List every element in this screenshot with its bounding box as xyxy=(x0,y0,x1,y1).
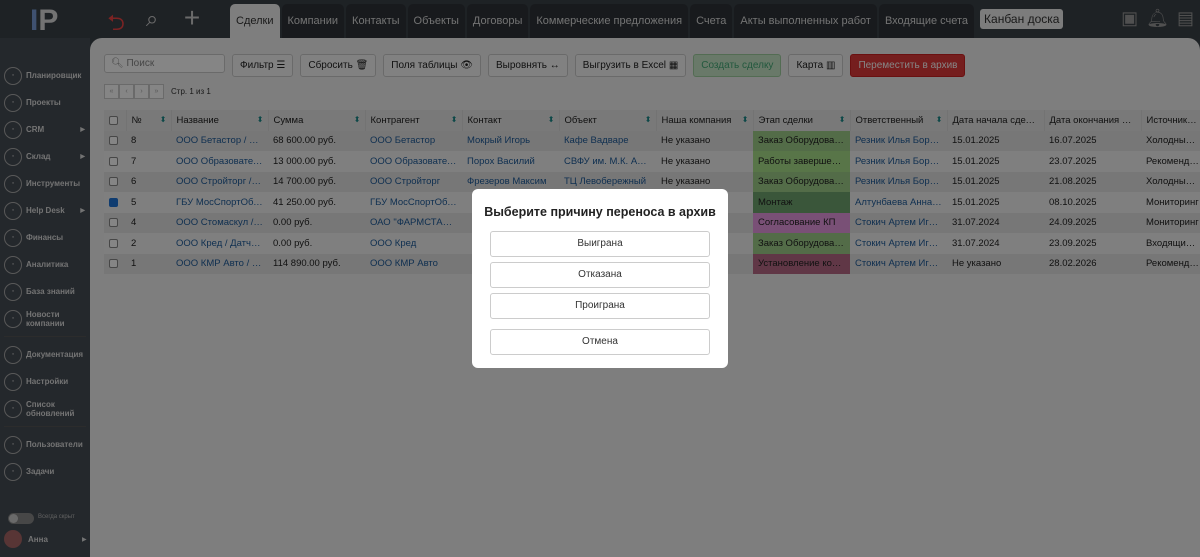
dialog-title: Выберите причину переноса в архив xyxy=(484,205,716,219)
won-button[interactable]: Выиграна xyxy=(490,231,710,257)
rejected-button[interactable]: Отказана xyxy=(490,262,710,288)
cancel-button[interactable]: Отмена xyxy=(490,329,710,355)
lost-button[interactable]: Проиграна xyxy=(490,293,710,319)
archive-reason-dialog: Выберите причину переноса в архив Выигра… xyxy=(472,189,728,368)
